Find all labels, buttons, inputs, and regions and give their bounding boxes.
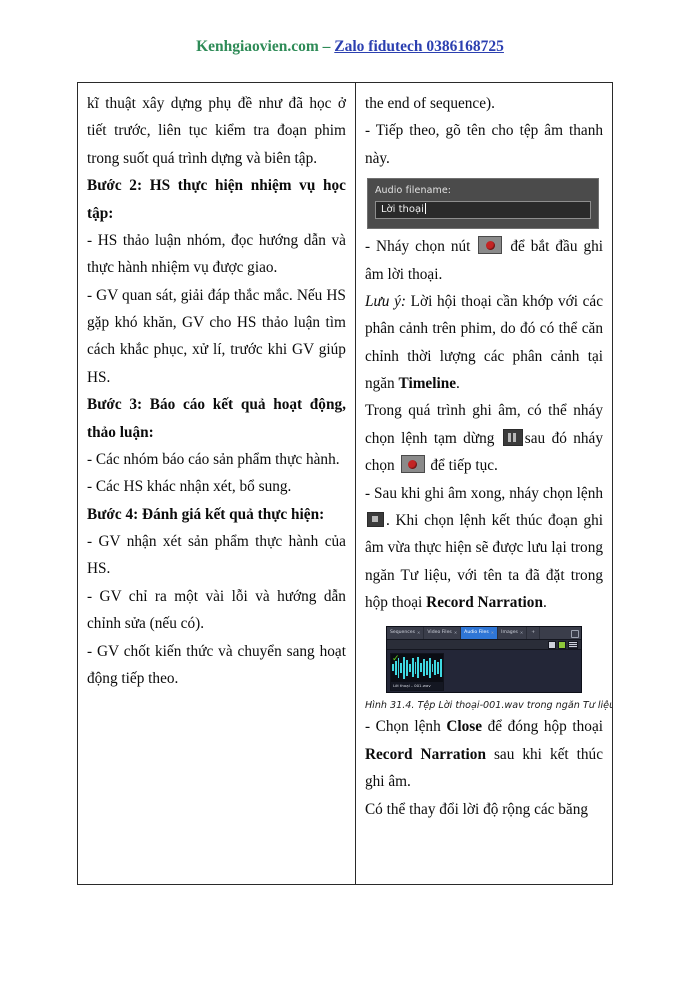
tab-label: Video Files	[427, 630, 452, 636]
close-icon[interactable]: ✕	[454, 627, 457, 639]
figure-caption: Hình 31.4. Tệp Lời thoại-001.wav trong n…	[364, 700, 612, 712]
header-separator: –	[318, 38, 335, 55]
text-caret	[424, 203, 426, 215]
audio-filename-dialog: Audio filename: Lời thoại	[366, 178, 599, 230]
media-bin-tabbar: Sequences ✕ Video Files ✕ Audio Files ✕ Ima…	[386, 627, 581, 641]
record-narration-keyword: Record Narration	[364, 745, 486, 763]
audio-filename-label: Audio filename:	[374, 185, 452, 197]
note-paragraph: Lưu ý: Lời hội thoại cần khớp với các ph…	[365, 288, 603, 398]
paragraph: - Chọn lệnh Close để đóng hộp thoại Reco…	[365, 713, 603, 795]
paragraph-text: - Chọn lệnh	[364, 718, 447, 736]
step-heading-2: Bước 2: HS thực hiện nhiệm vụ học tập:	[87, 177, 346, 222]
paragraph: - Nháy chọn nút để bắt đầu ghi âm lời th…	[365, 233, 603, 288]
figure-31-4: Sequences ✕ Video Files ✕ Audio Files ✕ Ima…	[364, 626, 612, 712]
paragraph-text: để tiếp tục.	[426, 457, 498, 475]
paragraph: the end of sequence).	[364, 95, 495, 112]
record-button-icon[interactable]	[478, 236, 503, 255]
document-page: Kenhgiaovien.com – Zalo fidutech 0386168…	[0, 0, 700, 990]
paragraph: - Các HS khác nhận xét, bổ sung.	[87, 478, 292, 496]
paragraph-text: - Nháy chọn nút	[364, 238, 477, 256]
audio-filename-input[interactable]: Lời thoại	[374, 201, 591, 220]
paragraph: Có thể thay đổi lời độ rộng các băng	[364, 800, 588, 818]
panel-menu-icon[interactable]	[568, 627, 581, 640]
note-label: Lưu ý:	[364, 292, 406, 310]
media-bin-content: ✓ Lời thoại – 001.wav	[386, 650, 581, 693]
paragraph-text: để đóng hộp thoại	[482, 718, 603, 736]
close-keyword: Close	[446, 718, 483, 736]
instructions-column: the end of sequence). - Tiếp theo, gõ tê…	[356, 83, 612, 884]
audio-clip-item[interactable]: ✓ Lời thoại – 001.wav	[389, 653, 444, 692]
list-view-icon[interactable]	[547, 640, 556, 649]
paragraph: - HS thảo luận nhóm, đọc hướng dẫn và th…	[87, 231, 346, 277]
page-header: Kenhgiaovien.com – Zalo fidutech 0386168…	[0, 38, 700, 56]
close-icon[interactable]: ✕	[417, 627, 420, 639]
paragraph: - GV nhận xét sản phẩm thực hành của HS.	[87, 533, 346, 578]
tab-sequences[interactable]: Sequences ✕	[387, 627, 425, 640]
close-icon[interactable]: ✕	[520, 627, 523, 639]
paragraph-text: - Sau khi ghi âm xong, nháy chọn lệnh	[364, 484, 603, 502]
audio-clip-name: Lời thoại – 001.wav	[390, 682, 443, 691]
stop-button-icon[interactable]	[366, 511, 384, 527]
paragraph-text: .	[542, 594, 547, 611]
step-heading-3: Bước 3: Báo cáo kết quả hoạt động, thảo …	[87, 396, 346, 441]
media-bin-toolbar	[386, 640, 581, 651]
paragraph: - Sau khi ghi âm xong, nháy chọn lệnh . …	[365, 480, 603, 617]
header-zalo-link[interactable]: Zalo fidutech 0386168725	[334, 38, 504, 55]
paragraph: - Tiếp theo, gõ tên cho tệp âm thanh này…	[364, 122, 603, 167]
detail-view-icon[interactable]	[567, 640, 578, 649]
paragraph: - GV chỉ ra một vài lỗi và hướng dẫn chỉ…	[87, 587, 346, 633]
note-end: .	[456, 375, 460, 392]
two-column-table: kĩ thuật xây dựng phụ đề như đã học ở ti…	[77, 82, 613, 885]
audio-filename-value: Lời thoại	[380, 204, 424, 216]
tab-label: Sequences	[389, 630, 416, 636]
tab-images[interactable]: Images ✕	[498, 627, 528, 640]
tab-audio-files[interactable]: Audio Files ✕	[461, 627, 499, 640]
step-heading-4: Bước 4: Đánh giá kết quả thực hiện:	[87, 505, 325, 523]
record-narration-keyword: Record Narration	[426, 594, 543, 611]
tab-label: Audio Files	[464, 630, 489, 636]
paragraph: - Các nhóm báo cáo sản phẩm thực hành.	[87, 450, 340, 468]
paragraph: - GV chốt kiến thức và chuyển sang hoạt …	[87, 642, 346, 687]
close-icon[interactable]: ✕	[491, 627, 494, 639]
timeline-keyword: Timeline	[398, 375, 457, 392]
header-site-name: Kenhgiaovien.com	[196, 38, 319, 55]
paragraph: Trong quá trình ghi âm, có thể nháy chọn…	[365, 397, 603, 479]
paragraph: kĩ thuật xây dựng phụ đề như đã học ở ti…	[87, 95, 346, 167]
media-bin-panel: Sequences ✕ Video Files ✕ Audio Files ✕ Ima…	[385, 626, 582, 694]
tab-video-files[interactable]: Video Files ✕	[424, 627, 462, 640]
tab-label: Images	[501, 630, 518, 636]
pause-button-icon[interactable]	[502, 428, 523, 446]
tabbar-spacer	[540, 627, 569, 639]
add-tab-button[interactable]: +	[527, 627, 541, 640]
checkmark-icon: ✓	[391, 654, 400, 665]
record-button-icon[interactable]	[400, 455, 425, 474]
thumbnail-view-icon[interactable]	[557, 640, 566, 649]
activity-steps-column: kĩ thuật xây dựng phụ đề như đã học ở ti…	[78, 83, 356, 884]
paragraph: - GV quan sát, giải đáp thắc mắc. Nếu HS…	[87, 286, 346, 386]
